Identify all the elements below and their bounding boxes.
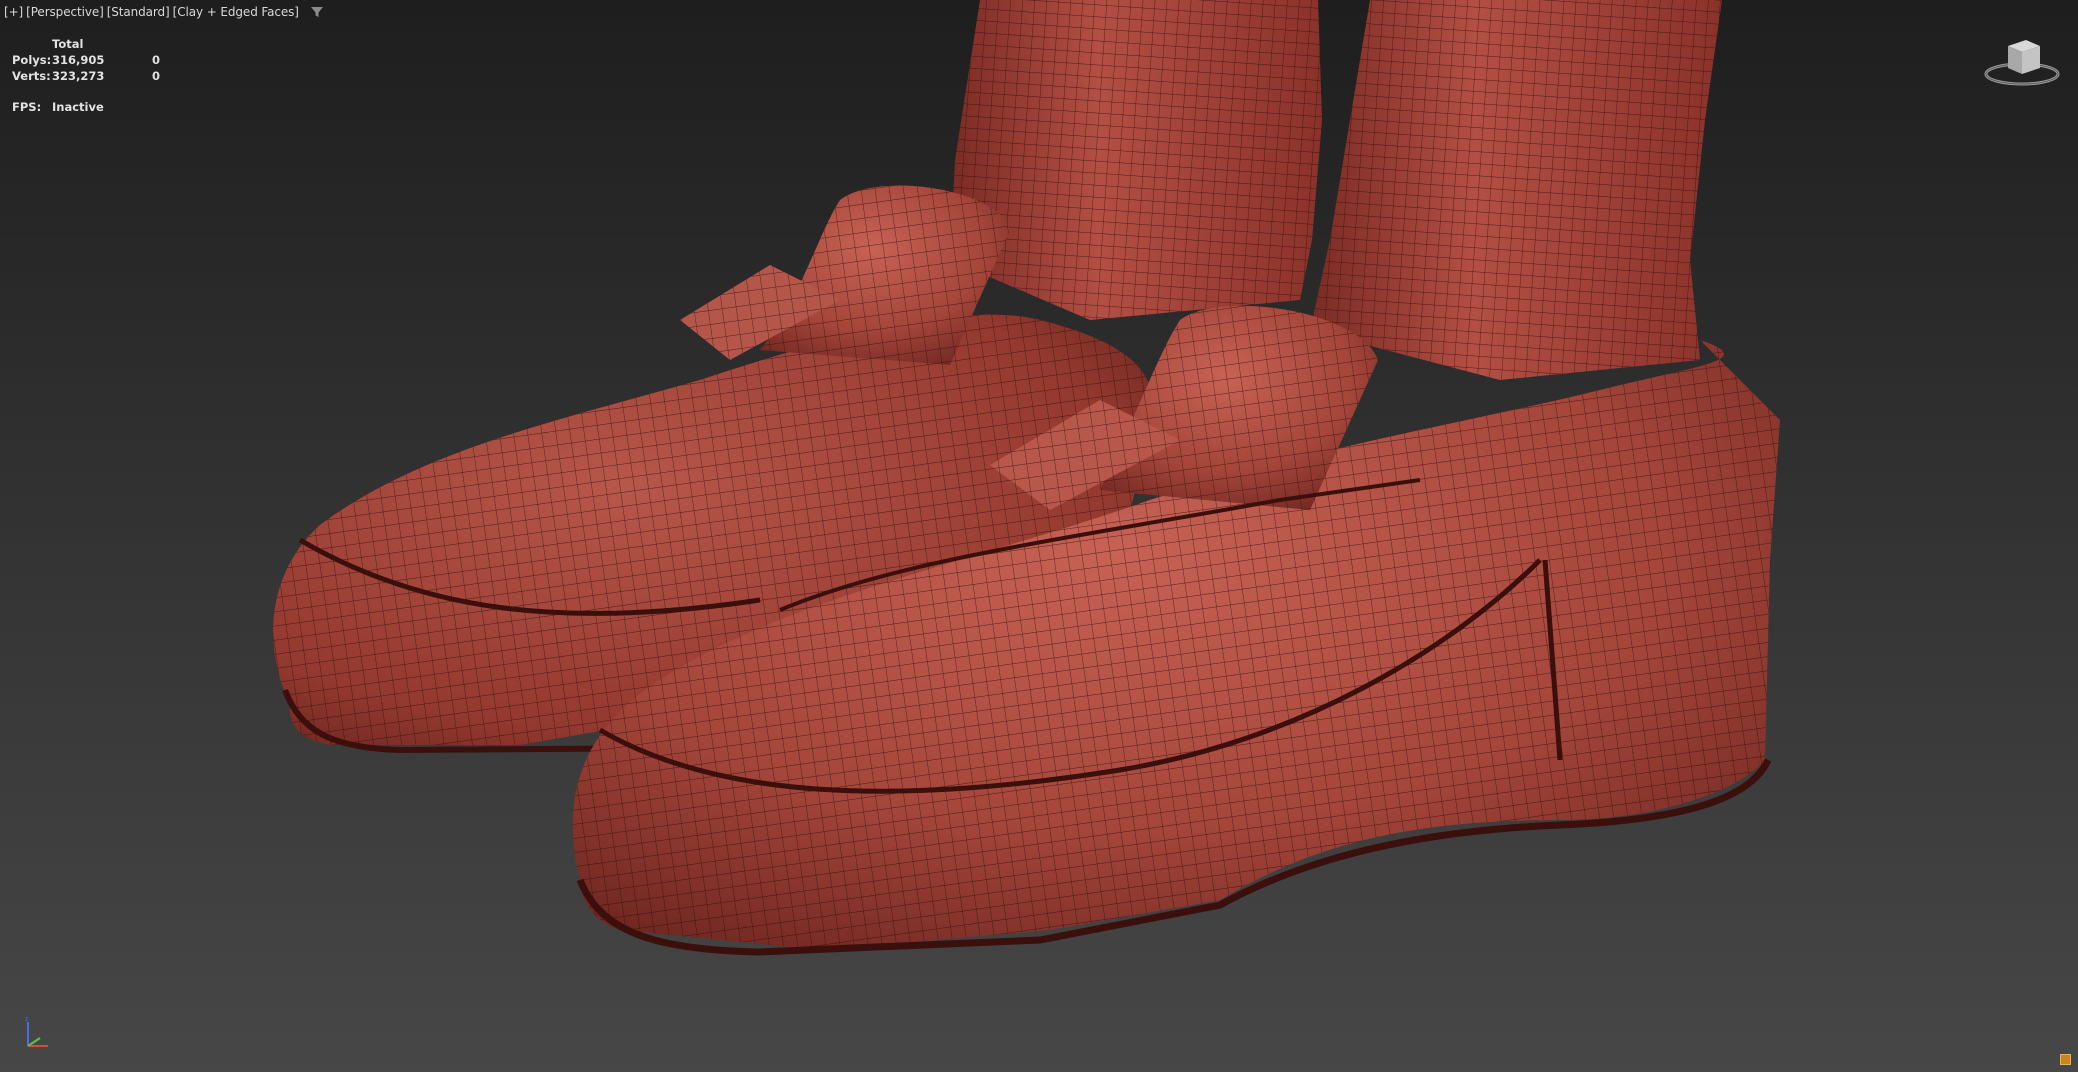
viewcube-icon[interactable] (1982, 30, 2062, 90)
verts-label: Verts: (12, 69, 51, 83)
viewport-statistics: Total Polys: 316,905 0 Verts: 323,273 0 (12, 36, 182, 84)
right-leg (1310, 0, 1722, 380)
perspective-viewport[interactable]: [+] [Perspective] [Standard] [Clay + Edg… (0, 0, 2078, 1072)
verts-total: 323,273 (52, 69, 105, 83)
viewport-layout-icon[interactable] (2060, 1054, 2071, 1065)
viewport-shading-menu[interactable]: [Clay + Edged Faces] (173, 5, 299, 19)
fps-label: FPS: (12, 100, 42, 114)
stats-header: Total (52, 37, 84, 51)
polys-label: Polys: (12, 53, 52, 67)
viewport-label[interactable]: [+] [Perspective] [Standard] [Clay + Edg… (4, 5, 324, 19)
scene-render[interactable] (0, 0, 2078, 1072)
polys-selected: 0 (152, 53, 161, 67)
verts-selected: 0 (152, 69, 161, 83)
polys-total: 316,905 (52, 53, 105, 67)
fps-readout: FPS: Inactive (12, 100, 104, 114)
viewport-general-menu[interactable]: [+] (4, 5, 23, 19)
viewport-standard-menu[interactable]: [Standard] (107, 5, 170, 19)
viewport-point-of-view-menu[interactable]: [Perspective] (26, 5, 104, 19)
filter-funnel-icon[interactable] (310, 5, 324, 19)
axis-tripod-icon: z (25, 1016, 48, 1047)
fps-value: Inactive (52, 100, 104, 114)
svg-text:z: z (25, 1016, 29, 1023)
left-leg (950, 0, 1322, 320)
